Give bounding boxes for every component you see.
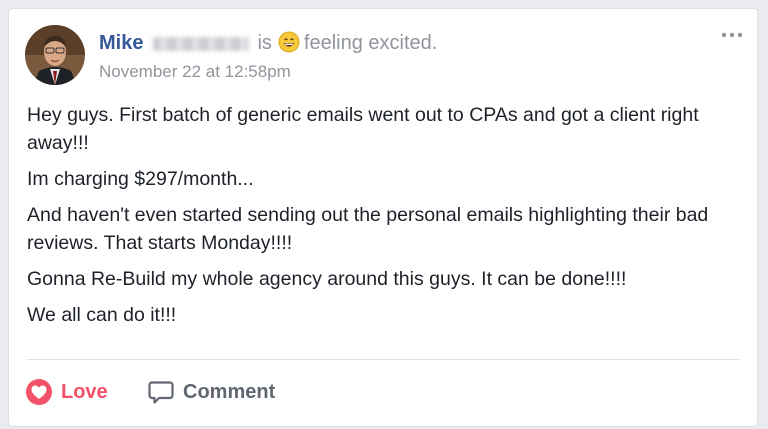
post-paragraph: We all can do it!!! <box>27 304 177 326</box>
author-name[interactable]: Mike <box>99 32 143 54</box>
love-label: Love <box>61 380 108 403</box>
post-card: Mike is feeling excited. November 22 at 1… <box>8 8 758 427</box>
feeling-text[interactable]: feeling excited. <box>304 32 437 54</box>
redacted-surname <box>153 36 250 51</box>
love-button[interactable]: Love <box>25 377 108 407</box>
divider <box>27 359 739 360</box>
post-header: Mike is feeling excited. <box>99 31 437 55</box>
post-paragraph: Hey guys. First batch of generic emails … <box>27 104 699 154</box>
post-paragraph: And haven't even started sending out the… <box>27 204 709 254</box>
more-options-icon[interactable] <box>721 31 743 39</box>
post-body: Hey guys. First batch of generic emails … <box>27 101 747 337</box>
activity-verb: is <box>257 32 272 54</box>
post-paragraph: Gonna Re-Build my whole agency around th… <box>27 268 627 290</box>
post-timestamp[interactable]: November 22 at 12:58pm <box>99 62 291 82</box>
grinning-face-icon <box>278 31 300 53</box>
avatar[interactable] <box>25 25 85 85</box>
post-paragraph: Im charging $297/month... <box>27 168 254 190</box>
comment-button[interactable]: Comment <box>147 377 275 407</box>
comment-icon <box>148 381 174 404</box>
comment-label: Comment <box>183 380 276 403</box>
love-reaction-icon <box>26 379 52 405</box>
avatar-photo <box>25 25 85 85</box>
